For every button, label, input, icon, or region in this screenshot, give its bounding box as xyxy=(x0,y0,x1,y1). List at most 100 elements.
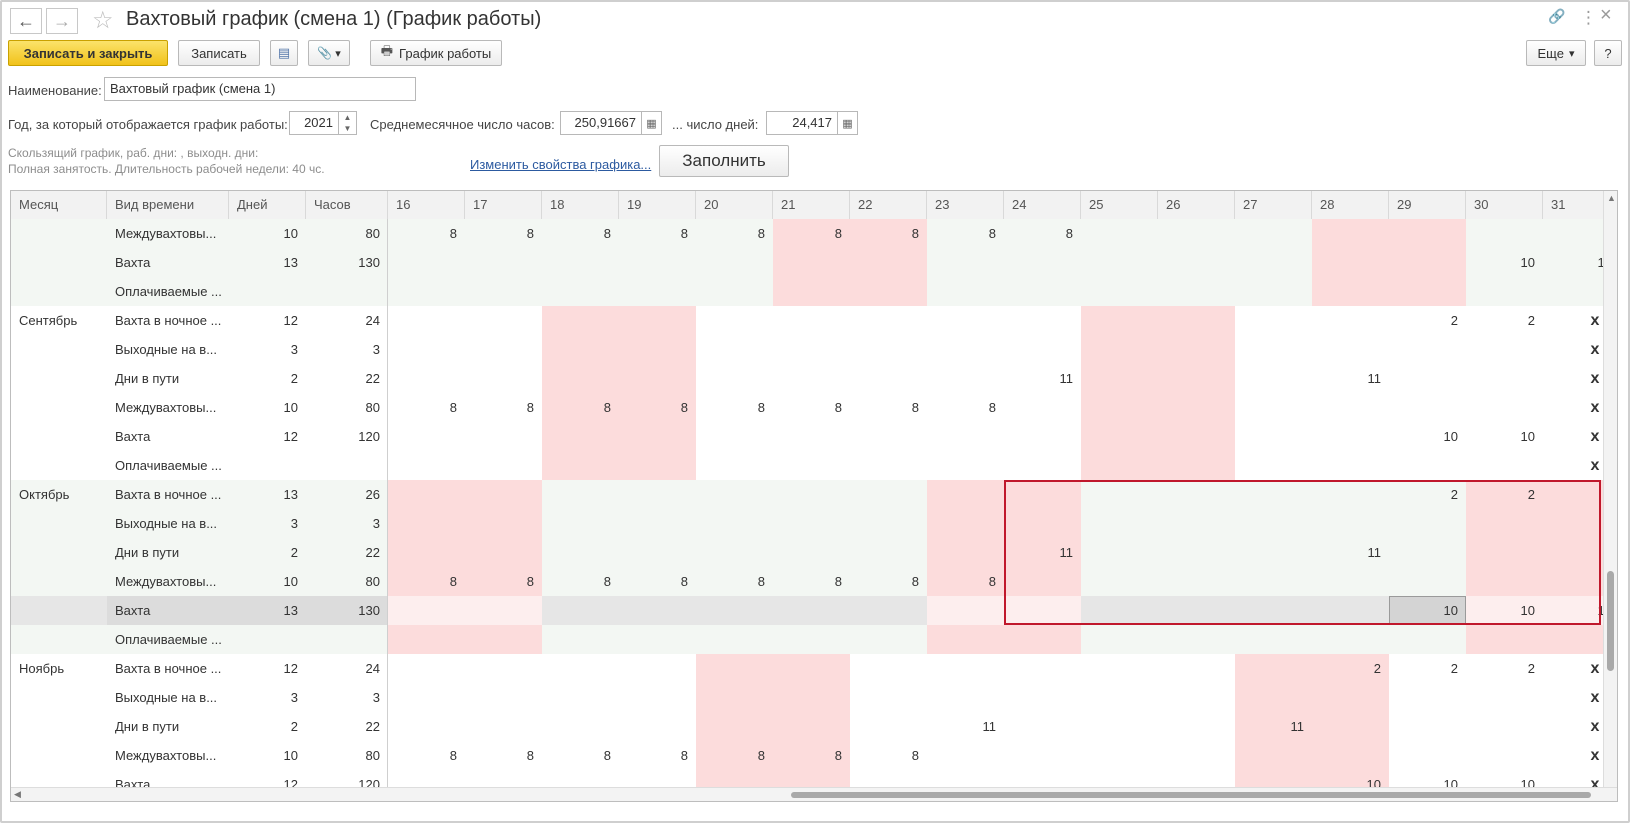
column-header-day[interactable]: 21 xyxy=(773,191,850,219)
change-properties-link[interactable]: Изменить свойства графика... xyxy=(470,157,651,172)
cell-hours[interactable]: 80 xyxy=(306,219,388,248)
day-value[interactable]: 8 xyxy=(696,219,773,248)
cell-days[interactable]: 13 xyxy=(229,480,306,509)
cell-hours[interactable]: 130 xyxy=(306,248,388,277)
remove-row-icon[interactable]: x xyxy=(1585,393,1605,422)
day-value[interactable]: 8 xyxy=(465,567,542,596)
forward-button[interactable]: → xyxy=(46,8,78,34)
year-stepper[interactable]: ▲ ▼ xyxy=(339,111,357,135)
cell-hours[interactable] xyxy=(306,625,388,654)
cell-days[interactable]: 13 xyxy=(229,248,306,277)
scroll-up-icon[interactable]: ▲ xyxy=(1607,193,1616,203)
cell-month[interactable] xyxy=(11,364,107,393)
column-header-day[interactable]: 27 xyxy=(1235,191,1312,219)
day-value[interactable]: 8 xyxy=(927,219,1004,248)
day-value[interactable]: 2 xyxy=(1466,306,1543,335)
column-header-day[interactable]: 17 xyxy=(465,191,542,219)
schedule-table[interactable]: Месяц Вид времени Дней Часов 16 17 18 19 20 21 22 2… xyxy=(10,190,1618,802)
day-value[interactable]: 8 xyxy=(1004,219,1081,248)
cell-days[interactable]: 2 xyxy=(229,538,306,567)
cell-hours[interactable]: 120 xyxy=(306,422,388,451)
day-value[interactable]: 11 xyxy=(1004,538,1081,567)
favorite-star-icon[interactable]: ☆ xyxy=(92,6,114,35)
day-value[interactable]: 10 xyxy=(1389,422,1466,451)
cell-month[interactable] xyxy=(11,741,107,770)
day-value[interactable]: 8 xyxy=(619,219,696,248)
day-value[interactable]: 10 xyxy=(1543,596,1605,625)
column-header-day[interactable]: 20 xyxy=(696,191,773,219)
cell-hours[interactable] xyxy=(306,277,388,306)
help-button[interactable]: ? xyxy=(1594,40,1622,66)
day-value[interactable]: 8 xyxy=(619,567,696,596)
day-value[interactable]: 11 xyxy=(1235,712,1312,741)
column-header-month[interactable]: Месяц xyxy=(11,191,107,219)
day-value[interactable]: 2 xyxy=(1389,654,1466,683)
day-value[interactable]: 8 xyxy=(773,567,850,596)
cell-month[interactable] xyxy=(11,219,107,248)
cell-type[interactable]: Выходные на в... xyxy=(107,509,229,538)
day-value[interactable]: 2 xyxy=(1312,654,1389,683)
cell-type[interactable]: Междувахтовы... xyxy=(107,567,229,596)
cell-type[interactable]: Междувахтовы... xyxy=(107,219,229,248)
cell-hours[interactable]: 26 xyxy=(306,480,388,509)
day-value[interactable]: 2 xyxy=(1466,480,1543,509)
cell-days[interactable]: 2 xyxy=(229,364,306,393)
column-header-hours[interactable]: Часов xyxy=(306,191,388,219)
cell-hours[interactable]: 22 xyxy=(306,364,388,393)
spin-down-icon[interactable]: ▼ xyxy=(339,123,356,134)
day-value[interactable]: 8 xyxy=(388,567,465,596)
column-header-day[interactable]: 19 xyxy=(619,191,696,219)
cell-hours[interactable]: 3 xyxy=(306,335,388,364)
cell-days[interactable]: 13 xyxy=(229,596,306,625)
list-button[interactable]: ▤ xyxy=(270,40,298,66)
day-value[interactable]: 8 xyxy=(542,219,619,248)
day-value[interactable]: 10 xyxy=(1389,596,1466,625)
cell-month[interactable] xyxy=(11,335,107,364)
cell-hours[interactable]: 130 xyxy=(306,596,388,625)
day-value[interactable]: 8 xyxy=(465,741,542,770)
cell-month[interactable] xyxy=(11,683,107,712)
day-value[interactable]: 8 xyxy=(696,567,773,596)
cell-type[interactable]: Выходные на в... xyxy=(107,683,229,712)
day-value[interactable]: 8 xyxy=(850,741,927,770)
cell-hours[interactable]: 24 xyxy=(306,306,388,335)
day-value[interactable]: 2 xyxy=(1389,306,1466,335)
cell-month[interactable] xyxy=(11,393,107,422)
cell-month[interactable] xyxy=(11,625,107,654)
cell-type[interactable]: Оплачиваемые ... xyxy=(107,625,229,654)
cell-days[interactable] xyxy=(229,625,306,654)
cell-hours[interactable]: 80 xyxy=(306,741,388,770)
year-field[interactable]: 2021 xyxy=(289,111,339,135)
cell-type[interactable]: Вахта xyxy=(107,422,229,451)
day-value[interactable]: 8 xyxy=(773,393,850,422)
more-menu-icon[interactable]: ⋮ xyxy=(1580,8,1597,28)
cell-month[interactable] xyxy=(11,712,107,741)
day-value[interactable]: 2 xyxy=(1466,654,1543,683)
cell-type[interactable]: Дни в пути xyxy=(107,538,229,567)
day-value[interactable]: 11 xyxy=(1312,364,1389,393)
cell-type[interactable]: Дни в пути xyxy=(107,712,229,741)
day-value[interactable]: 10 xyxy=(1466,248,1543,277)
day-value[interactable]: 2 xyxy=(1389,480,1466,509)
day-value[interactable]: 10 xyxy=(1466,422,1543,451)
more-button[interactable]: Еще ▾ xyxy=(1526,40,1586,66)
day-value[interactable]: 8 xyxy=(542,393,619,422)
remove-row-icon[interactable]: x xyxy=(1585,741,1605,770)
day-value[interactable]: 8 xyxy=(927,393,1004,422)
column-header-day[interactable]: 25 xyxy=(1081,191,1158,219)
cell-type[interactable]: Вахта в ночное ... xyxy=(107,480,229,509)
cell-type[interactable]: Вахта в ночное ... xyxy=(107,654,229,683)
day-value[interactable]: 8 xyxy=(696,393,773,422)
fill-button[interactable]: Заполнить xyxy=(659,145,789,177)
column-header-days[interactable]: Дней xyxy=(229,191,306,219)
cell-type[interactable]: Междувахтовы... xyxy=(107,741,229,770)
cell-type[interactable]: Вахта xyxy=(107,596,229,625)
cell-days[interactable]: 10 xyxy=(229,567,306,596)
cell-type[interactable]: Выходные на в... xyxy=(107,335,229,364)
remove-row-icon[interactable]: x xyxy=(1585,654,1605,683)
scroll-left-icon[interactable]: ◀ xyxy=(14,789,21,800)
cell-days[interactable]: 3 xyxy=(229,683,306,712)
cell-month[interactable] xyxy=(11,538,107,567)
day-value[interactable]: 8 xyxy=(619,741,696,770)
day-value[interactable]: 2 xyxy=(1543,480,1606,509)
